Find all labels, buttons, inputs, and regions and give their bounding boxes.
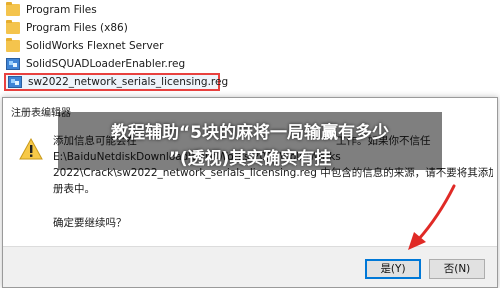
file-row-program-files[interactable]: Program Files — [6, 2, 266, 18]
confirm-question: 确定要继续吗？ — [53, 217, 127, 229]
file-list: Program Files Program Files (x86) SolidW… — [0, 0, 500, 91]
headline-line-1: 教程辅助“5块的麻将一局输赢有多少 — [110, 123, 389, 143]
file-row-program-files-x86[interactable]: Program Files (x86) — [6, 20, 266, 36]
file-name: sw2022_network_serials_licensing.reg — [28, 76, 229, 88]
warning-icon — [19, 138, 43, 160]
registry-file-icon — [6, 58, 20, 70]
headline-line-2: ”(透视)其实确实有挂 — [168, 149, 332, 169]
file-row-solidsquad-loader-enabler[interactable]: SolidSQUADLoaderEnabler.reg — [6, 56, 266, 72]
folder-icon — [6, 2, 20, 16]
headline-overlay: 教程辅助“5块的麻将一局输赢有多少 ”(透视)其实确实有挂 — [58, 112, 442, 170]
yes-button[interactable]: 是(Y) — [365, 259, 421, 279]
file-name: Program Files (x86) — [26, 22, 128, 34]
file-name: SolidWorks Flexnet Server — [26, 40, 164, 52]
red-arrow-annotation — [408, 184, 456, 250]
folder-icon — [6, 20, 20, 34]
file-row-solidworks-flexnet-server[interactable]: SolidWorks Flexnet Server — [6, 38, 266, 54]
file-row-sw2022-network-serials-licensing[interactable]: sw2022_network_serials_licensing.reg — [4, 73, 228, 91]
folder-icon — [6, 38, 20, 52]
dialog-button-bar: 是(Y) 否(N) — [3, 246, 497, 287]
file-name: SolidSQUADLoaderEnabler.reg — [26, 58, 186, 70]
file-name: Program Files — [26, 4, 97, 16]
registry-file-icon — [8, 76, 22, 88]
no-button[interactable]: 否(N) — [429, 259, 485, 279]
